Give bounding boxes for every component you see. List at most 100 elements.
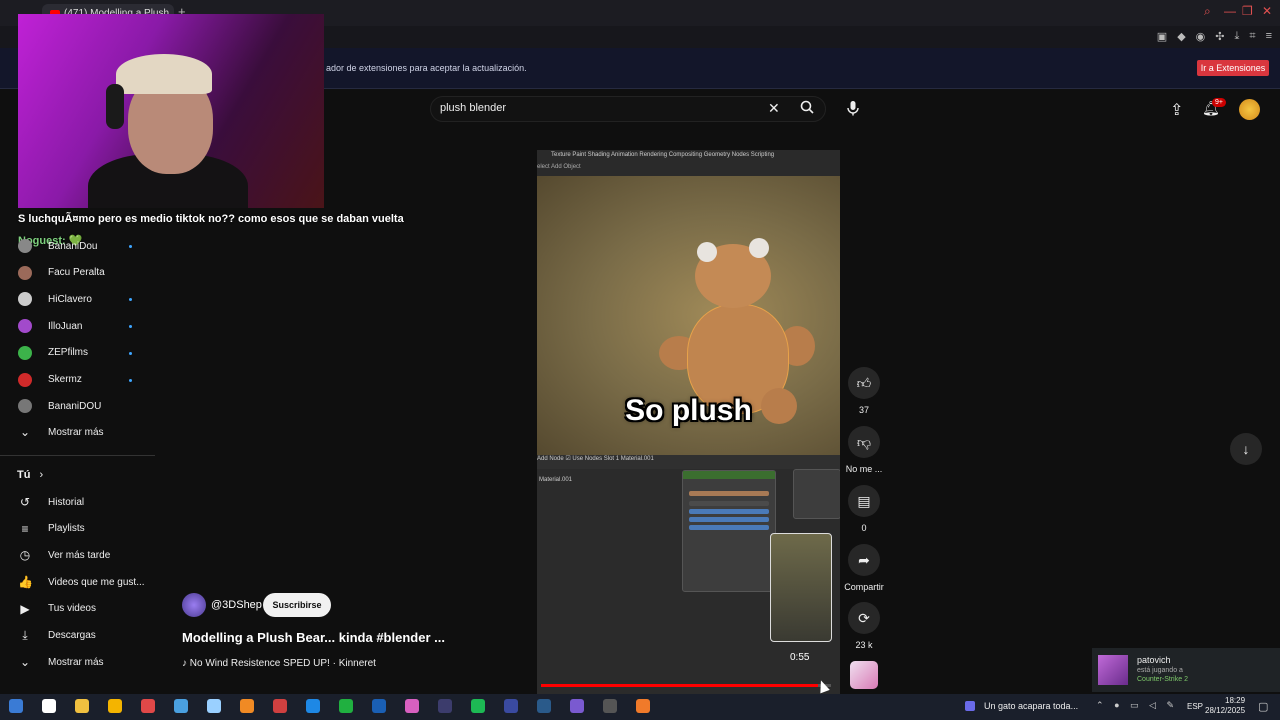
file-explorer-icon[interactable]	[75, 699, 89, 713]
extension-icon[interactable]: ◆	[1177, 30, 1185, 43]
sidebar-item-label: Historial	[48, 496, 85, 508]
thumbs-up-icon[interactable]: 👍︎	[848, 367, 880, 399]
system-tray[interactable]: ⌃ ● ▭ ◁ ✎	[1096, 700, 1174, 711]
obs-icon[interactable]	[603, 699, 617, 713]
avatar	[18, 372, 32, 387]
microphone-icon[interactable]	[845, 100, 861, 116]
channel-avatar[interactable]	[182, 593, 206, 617]
upload-icon[interactable]: ⇪	[1170, 100, 1183, 120]
sidebar-item-clock[interactable]: ◷ Ver más tarde	[18, 544, 111, 566]
blender-icon[interactable]	[240, 699, 254, 713]
sidebar-item-subscription[interactable]: Facu Peralta	[18, 262, 105, 284]
media-play-icon[interactable]	[965, 701, 975, 711]
material-output-node	[793, 469, 840, 519]
app-icon[interactable]	[306, 699, 320, 713]
notification-center-icon[interactable]: ▢	[1258, 700, 1268, 713]
translate-icon[interactable]: ▣	[1157, 30, 1167, 43]
friend-activity-toast[interactable]: patovich está jugando a Counter-Strike 2	[1092, 648, 1280, 692]
video-title[interactable]: Modelling a Plush Bear... kinda #blender…	[182, 630, 445, 645]
discord-icon[interactable]	[570, 699, 584, 713]
pen-icon[interactable]: ✎	[1166, 700, 1174, 710]
sidebar-item-label: Facu Peralta	[48, 267, 105, 279]
sidebar-item-playlist[interactable]: ≡ Playlists	[18, 518, 84, 540]
after-effects-icon[interactable]	[504, 699, 518, 713]
app-icon[interactable]	[438, 699, 452, 713]
show-more-label: Mostrar más	[48, 426, 104, 438]
sidebar-item-subscription[interactable]: Skermz	[18, 369, 82, 391]
maximize-icon[interactable]: ❐	[1242, 4, 1253, 18]
edge-icon[interactable]	[174, 699, 188, 713]
microphone-icon[interactable]: ●	[1114, 700, 1119, 710]
language-indicator[interactable]: ESP	[1187, 702, 1203, 711]
volume-icon[interactable]: ◁	[1149, 700, 1156, 710]
search-icon[interactable]	[800, 100, 814, 114]
network-icon[interactable]: ▭	[1130, 700, 1139, 710]
search-icon[interactable]	[42, 699, 56, 713]
opera-icon[interactable]	[141, 699, 155, 713]
download-icon[interactable]: ⤓	[1235, 30, 1240, 43]
like-action[interactable]: 👍︎ 37	[848, 367, 880, 415]
app-icon[interactable]	[273, 699, 287, 713]
next-short-button[interactable]: ↓	[1230, 433, 1262, 465]
comments-action[interactable]: ▤ 0	[848, 485, 880, 533]
sidebar-item-label: Videos que me gust...	[48, 576, 145, 588]
sidebar-item-label: HiClavero	[48, 293, 92, 305]
video-icon: ▶	[20, 601, 30, 616]
search-icon[interactable]: ⌕	[1204, 4, 1211, 19]
progress-bar[interactable]	[541, 684, 818, 687]
eye-icon[interactable]: ◉	[1196, 30, 1206, 43]
minimize-icon[interactable]: —	[1224, 4, 1236, 18]
clock[interactable]: 18:29 28/12/2025	[1205, 696, 1245, 716]
show-more-you[interactable]: ⌄ Mostrar más	[18, 651, 104, 673]
vscode-icon[interactable]	[372, 699, 386, 713]
sidebar-item-video[interactable]: ▶ Tus videos	[18, 598, 96, 620]
start-icon[interactable]	[9, 699, 23, 713]
share-action[interactable]: ➦ Compartir	[844, 544, 884, 592]
puzzle-icon[interactable]: ✣	[1215, 30, 1224, 43]
thumbs-down-icon[interactable]: 👎︎	[848, 426, 880, 458]
spotify-icon[interactable]	[471, 699, 485, 713]
steam-icon[interactable]	[537, 699, 551, 713]
video-music[interactable]: ♪ No Wind Resistence SPED UP! · Kinneret	[182, 658, 376, 669]
clear-search-icon[interactable]: ✕	[768, 100, 780, 117]
sidebar-item-subscription[interactable]: BananiDou	[18, 235, 97, 257]
node-editor-bar: Add Node ☑ Use Nodes Slot 1 Material.001	[537, 455, 840, 469]
avatar	[18, 265, 32, 280]
sidebar-item-label: IlloJuan	[48, 320, 83, 332]
playlist-icon: ≡	[21, 521, 29, 536]
sidebar-item-subscription[interactable]: BananiDOU	[18, 395, 101, 417]
sound-thumbnail[interactable]	[850, 661, 878, 689]
sidebar-item-thumbs-up[interactable]: 👍 Videos que me gust...	[18, 571, 145, 593]
sidebar-item-history[interactable]: ↺ Historial	[18, 491, 84, 513]
chevron-up-icon[interactable]: ⌃	[1096, 700, 1104, 710]
pycharm-icon[interactable]	[339, 699, 353, 713]
search-input[interactable]: plush blender	[440, 102, 506, 114]
sidebar-item-download[interactable]: ⤓ Descargas	[18, 625, 95, 647]
avatar	[18, 319, 32, 334]
screenshot-icon[interactable]: ⌗	[1249, 30, 1255, 43]
show-more-subscriptions[interactable]: ⌄ Mostrar más	[18, 421, 104, 443]
channel-name[interactable]: @3DShep	[211, 599, 262, 611]
share-icon[interactable]: ➦	[848, 544, 880, 576]
account-avatar[interactable]	[1239, 99, 1260, 120]
app-icon[interactable]	[207, 699, 221, 713]
menu-icon[interactable]: ≡	[1266, 30, 1272, 43]
blender-icon[interactable]	[636, 699, 650, 713]
dislike-action[interactable]: 👎︎ No me ...	[846, 426, 882, 474]
sidebar-item-subscription[interactable]: ZEPfilms	[18, 342, 88, 364]
chrome-icon[interactable]	[108, 699, 122, 713]
remix-icon[interactable]: ⟳	[848, 602, 880, 634]
sidebar-item-subscription[interactable]: IlloJuan	[18, 315, 82, 337]
comment-icon[interactable]: ▤	[848, 485, 880, 517]
you-section-header[interactable]: Tú ›	[17, 469, 43, 481]
media-title[interactable]: Un gato acapara toda...	[984, 701, 1078, 711]
go-to-extensions-button[interactable]: Ir a Extensiones	[1197, 60, 1269, 76]
remix-action[interactable]: ⟳ 23 k	[848, 602, 880, 650]
app-icon[interactable]	[405, 699, 419, 713]
live-indicator	[129, 298, 132, 302]
close-window-icon[interactable]: ✕	[1262, 4, 1272, 18]
sidebar-item-subscription[interactable]: HiClavero	[18, 288, 92, 310]
live-indicator	[129, 351, 132, 355]
node-row	[689, 501, 769, 506]
subscribe-button[interactable]: Suscribirse	[263, 593, 331, 617]
